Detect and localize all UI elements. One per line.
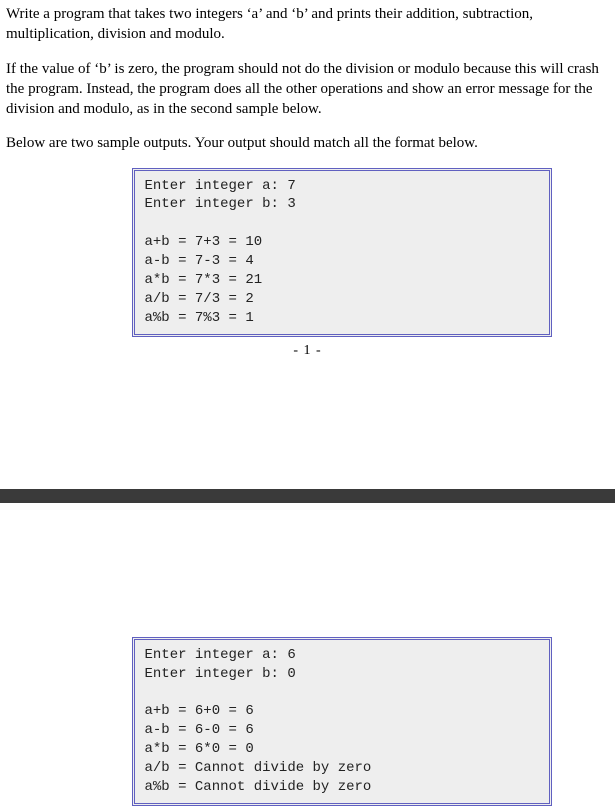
intro-paragraph-1: Write a program that takes two integers … [6, 4, 609, 45]
code-line: a*b = 6*0 = 0 [145, 741, 254, 757]
code-line: Enter integer b: 3 [145, 196, 296, 212]
sample-output-1: Enter integer a: 7 Enter integer b: 3 a+… [132, 168, 552, 337]
sample-output-2: Enter integer a: 6 Enter integer b: 0 a+… [132, 637, 552, 806]
code-line: a%b = Cannot divide by zero [145, 779, 372, 795]
intro-paragraph-2: If the value of ‘b’ is zero, the program… [6, 59, 609, 120]
page-gap-bottom [6, 503, 609, 633]
code-line: a/b = Cannot divide by zero [145, 760, 372, 776]
code-line: a+b = 7+3 = 10 [145, 234, 263, 250]
code-line: a*b = 7*3 = 21 [145, 272, 263, 288]
code-line: a%b = 7%3 = 1 [145, 310, 254, 326]
code-line: Enter integer a: 7 [145, 178, 296, 194]
sample-output-2-container: Enter integer a: 6 Enter integer b: 0 a+… [6, 637, 609, 806]
page-gap-top [6, 359, 609, 489]
code-line: Enter integer b: 0 [145, 666, 296, 682]
code-line: a/b = 7/3 = 2 [145, 291, 254, 307]
sample-output-1-container: Enter integer a: 7 Enter integer b: 3 a+… [6, 168, 609, 337]
code-line: a-b = 6-0 = 6 [145, 722, 254, 738]
code-line: Enter integer a: 6 [145, 647, 296, 663]
page-separator [0, 489, 615, 503]
code-line: a-b = 7-3 = 4 [145, 253, 254, 269]
code-line: a+b = 6+0 = 6 [145, 703, 254, 719]
intro-paragraph-3: Below are two sample outputs. Your outpu… [6, 133, 609, 153]
page-number: - 1 - [6, 343, 609, 359]
